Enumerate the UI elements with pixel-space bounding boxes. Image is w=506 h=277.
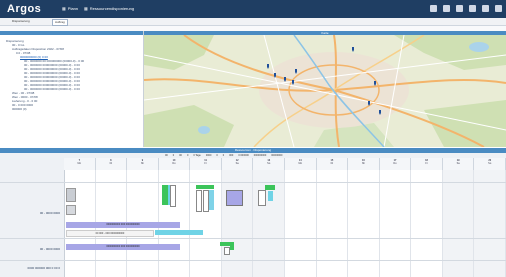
tab-auftrag[interactable]: Auftrag	[52, 19, 68, 26]
gantt-bar[interactable]	[155, 230, 203, 235]
gantt-day-header: 9 Mi	[127, 158, 159, 170]
gantt-task-block[interactable]	[170, 185, 176, 207]
gantt-bar[interactable]: 0000000000 000 0000000000	[66, 222, 180, 228]
gantt-task-block[interactable]	[196, 185, 214, 189]
tab-disponierung[interactable]: Disponierung	[10, 19, 32, 24]
refresh-icon[interactable]	[443, 5, 450, 12]
gantt-task-block[interactable]	[258, 190, 266, 206]
gantt-day-weekday: Do	[393, 162, 397, 165]
gantt-day-header: 8 Di	[95, 158, 128, 170]
gantt-day-header: 7 Mo	[64, 158, 96, 170]
gantt-day-weekday: Mo	[298, 162, 303, 165]
gantt-day-weekday: Di	[109, 162, 113, 165]
tree-item[interactable]: 000000 (0)	[6, 107, 84, 111]
gantt-task-block[interactable]	[220, 242, 230, 246]
gantt-task-block[interactable]	[162, 185, 168, 205]
gantt-day-header: 12 Sa	[221, 158, 254, 170]
map-canvas[interactable]	[144, 35, 506, 147]
gantt-task-block[interactable]	[66, 188, 76, 202]
gantt-day-header: 14 Mo	[285, 158, 317, 170]
nav-item-ressourcen[interactable]: ▦ Ressourcendisponierung	[84, 6, 134, 11]
grid-icon: ▦	[84, 6, 88, 11]
gantt-row-label: 00 - 0000 0000	[39, 247, 60, 251]
gantt-day-weekday: Di	[330, 162, 334, 165]
gantt-day-header: 20 So	[474, 158, 506, 170]
gantt-day-weekday: So	[488, 162, 492, 165]
gantt-task-block[interactable]	[196, 190, 202, 212]
tree-list: Disponierung 00 - 0 GL Auftragsdaten Dis…	[6, 39, 84, 111]
gantt-task-block[interactable]	[209, 190, 214, 210]
gantt-day-weekday: So	[267, 162, 271, 165]
row-divider	[0, 182, 506, 183]
gantt-task-block[interactable]	[268, 191, 273, 201]
row-divider	[0, 260, 506, 261]
gantt-day-weekday: Sa	[235, 162, 239, 165]
brand-logo[interactable]: Argos	[7, 3, 41, 15]
gantt-day-weekday: Do	[172, 162, 176, 165]
gantt-day-header: 18 Fr	[411, 158, 443, 170]
tab-bar: Disponierung Auftrag	[0, 18, 506, 26]
gantt-day-weekday: Sa	[456, 162, 460, 165]
gantt-row-label: 0000 000000 000 0 00 0	[27, 266, 60, 270]
gantt-day-header: 16 Mi	[348, 158, 380, 170]
gantt-day-weekday: Mi	[362, 162, 365, 165]
gantt-task-block[interactable]	[66, 205, 76, 215]
lock-icon[interactable]	[482, 5, 489, 12]
gantt-bar[interactable]: 00 000 - 000 0000000000	[66, 230, 154, 237]
home-icon[interactable]	[469, 5, 476, 12]
app-header: Argos ▦ Plann ▦ Ressourcendisponierung	[0, 0, 506, 18]
gantt-day-header: 13 So	[253, 158, 285, 170]
settings-icon[interactable]	[456, 5, 463, 12]
gantt-day-header: 19 Sa	[442, 158, 475, 170]
map-panel[interactable]: Karte	[144, 31, 506, 147]
gantt-task-block[interactable]	[230, 242, 234, 250]
gantt-day-weekday: Mi	[141, 162, 144, 165]
gantt-bar[interactable]: 0000000000 000 0000000000	[66, 244, 180, 250]
calendar-icon: ▦	[62, 6, 66, 11]
gantt-day-header: 17 Do	[379, 158, 412, 170]
gantt-task-block[interactable]	[265, 185, 275, 190]
top-icons	[430, 5, 502, 12]
lake	[198, 126, 210, 134]
gantt-day-header: 10 Do	[158, 158, 191, 170]
tree-panel: Disponierung 00 - 0 GL Auftragsdaten Dis…	[0, 31, 144, 147]
gantt-day-weekday: Fr	[204, 162, 207, 165]
lake	[469, 42, 489, 52]
gantt-day-header: 11 Fr	[190, 158, 222, 170]
gantt-chart: 00 - 0000 0000 00 - 0000 0000 0000 00000…	[0, 158, 506, 277]
nav-item-plann[interactable]: ▦ Plann	[62, 6, 78, 11]
gantt-day-header: 15 Di	[316, 158, 349, 170]
gantt-day-weekday: Mo	[77, 162, 82, 165]
tree-header	[0, 31, 143, 35]
top-nav: ▦ Plann ▦ Ressourcendisponierung	[62, 6, 134, 11]
row-divider	[0, 238, 506, 239]
gantt-task-block[interactable]	[226, 190, 243, 206]
gantt-day-weekday: Fr	[425, 162, 428, 165]
gear-icon[interactable]	[495, 5, 502, 12]
monitor-icon[interactable]	[430, 5, 437, 12]
gantt-row-label: 00 - 0000 0000	[39, 211, 60, 215]
